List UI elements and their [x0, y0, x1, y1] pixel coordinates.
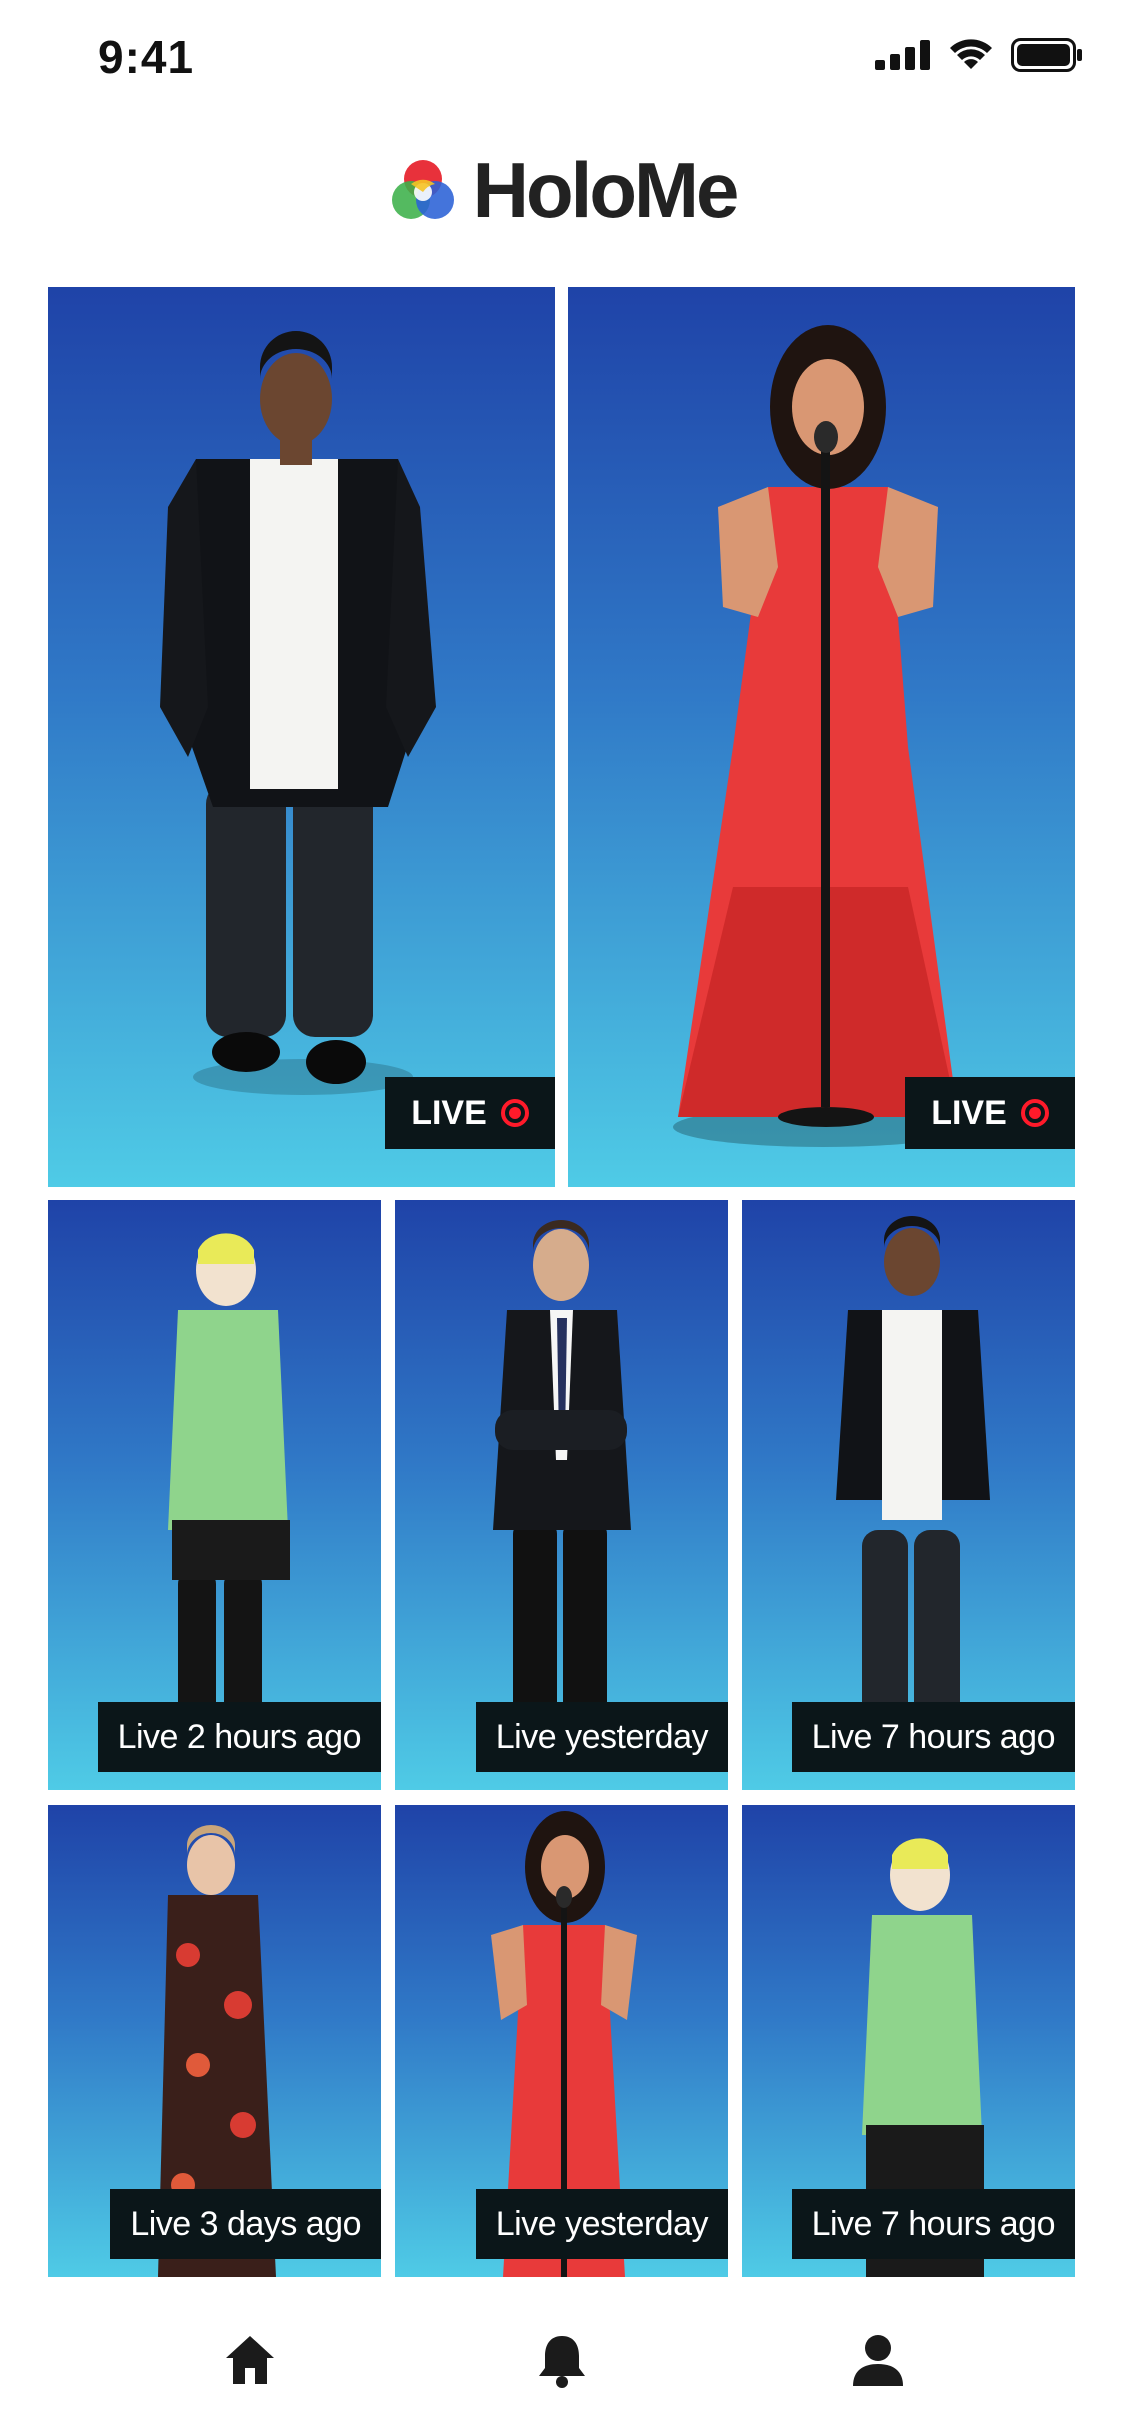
status-time: 9:41 [98, 31, 195, 83]
grid-tile-1[interactable]: Live 2 hours ago [48, 1200, 381, 1790]
tab-notifications[interactable] [502, 2310, 622, 2410]
person-figure [160, 331, 436, 1095]
signal-icon [875, 40, 930, 70]
profile-icon [853, 2335, 903, 2386]
featured-tile-2[interactable]: LIVE [568, 287, 1075, 1187]
live-time-caption: Live 7 hours ago [791, 1702, 1075, 1772]
holome-logo-icon [391, 160, 454, 219]
battery-icon [1011, 38, 1082, 72]
app-logo[interactable]: HoloMe [389, 145, 740, 236]
app-header: HoloMe [0, 140, 1125, 240]
live-time-caption: Live yesterday [475, 1702, 728, 1772]
live-time-caption: Live 7 hours ago [791, 2189, 1075, 2259]
status-icons [875, 38, 1083, 72]
live-badge: LIVE [385, 1077, 555, 1149]
grid-tile-4[interactable]: Live 3 days ago [48, 1805, 381, 2277]
tab-home[interactable] [190, 2310, 310, 2410]
home-icon [226, 2336, 274, 2384]
app-name: HoloMe [472, 145, 740, 234]
live-time-caption: Live yesterday [475, 2189, 728, 2259]
status-bar: 9:41 [0, 0, 1125, 120]
record-icon [1020, 1099, 1049, 1127]
grid-tile-3[interactable]: Live 7 hours ago [742, 1200, 1075, 1790]
person-figure [673, 325, 973, 1147]
grid-tile-5[interactable]: Live yesterday [395, 1805, 728, 2277]
grid-tile-2[interactable]: Live yesterday [395, 1200, 728, 1790]
live-time-caption: Live 2 hours ago [97, 1702, 381, 1772]
live-badge: LIVE [905, 1077, 1075, 1149]
tab-profile[interactable] [818, 2310, 938, 2410]
record-icon [500, 1099, 529, 1127]
featured-tile-1[interactable]: LIVE [48, 287, 555, 1187]
live-badge-label: LIVE [411, 1093, 487, 1132]
live-time-caption: Live 3 days ago [110, 2189, 381, 2259]
tab-bar [0, 2290, 1125, 2436]
grid-tile-6[interactable]: Live 7 hours ago [742, 1805, 1075, 2277]
live-badge-label: LIVE [931, 1093, 1007, 1132]
wifi-icon [950, 39, 992, 69]
bell-icon [539, 2336, 585, 2388]
